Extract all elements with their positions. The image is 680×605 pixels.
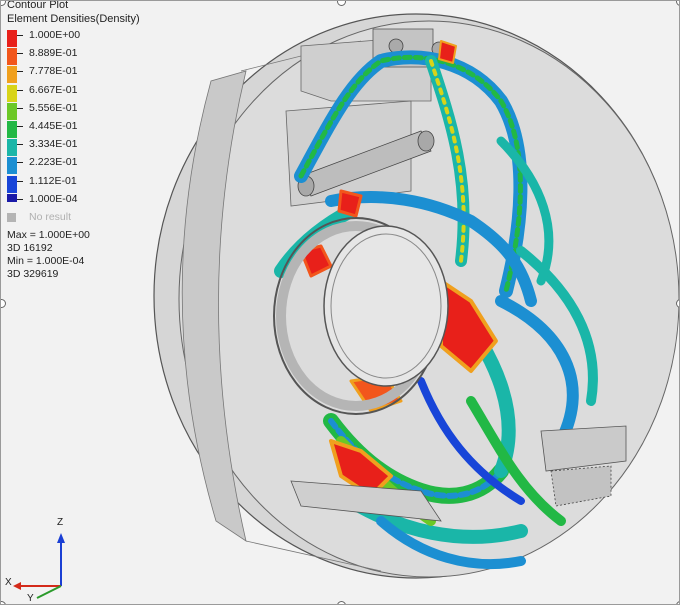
bore-inner-ring <box>323 225 449 387</box>
high-density-node <box>337 189 363 218</box>
graphics-viewport[interactable]: Contour Plot Element Densities(Density) … <box>0 0 680 605</box>
legend-label: 1.000E-04 <box>29 192 78 205</box>
z-axis-arrow <box>57 533 65 543</box>
legend-row: 1.000E-04 <box>7 191 147 209</box>
legend-label: 2.223E-01 <box>29 156 78 169</box>
legend-tick <box>17 71 23 73</box>
legend-title: Contour Plot <box>7 0 69 11</box>
high-density-node <box>438 40 457 64</box>
x-axis-label: X <box>5 577 12 588</box>
legend-label: 4.445E-01 <box>29 120 78 132</box>
max-element: 3D 16192 <box>7 242 53 254</box>
legend-tick <box>17 53 23 55</box>
legend-row: 6.667E-01 <box>7 82 147 102</box>
legend-label: 7.778E-01 <box>29 65 78 78</box>
legend-row: 5.556E-01 <box>7 100 147 120</box>
legend-tick <box>17 107 23 109</box>
legend-label: 6.667E-01 <box>29 83 78 96</box>
z-axis-label: Z <box>57 517 64 528</box>
legend-tick <box>17 126 23 127</box>
no-result-label: No result <box>29 211 72 223</box>
legend-label: 1.000E+00 <box>29 29 81 41</box>
legend-tick <box>17 144 23 146</box>
legend-tick <box>17 198 23 200</box>
legend-tick <box>17 180 23 182</box>
legend-label: 8.889E-01 <box>29 47 78 60</box>
min-element: 3D 329619 <box>7 268 59 280</box>
legend-tick <box>17 89 23 91</box>
legend-label: 3.334E-01 <box>29 138 78 151</box>
resize-handle-bottom-center[interactable] <box>337 601 346 604</box>
x-axis-arrow <box>13 582 21 590</box>
legend-row: 3.334E-01 <box>7 136 147 157</box>
legend-no-result: No result <box>7 211 147 229</box>
legend-row: 4.445E-01 <box>7 118 147 138</box>
legend-label: 1.112E-01 <box>29 174 77 187</box>
pin-end <box>417 130 435 152</box>
no-result-swatch <box>7 213 16 222</box>
legend-row: 1.112E-01 <box>7 173 147 193</box>
legend-label: 5.556E-01 <box>29 101 78 114</box>
coordinate-triad <box>13 533 65 599</box>
legend-row: 8.889E-01 <box>7 45 147 66</box>
legend-tick <box>17 162 23 164</box>
resize-handle-middle-right[interactable] <box>676 299 679 308</box>
max-value: Max = 1.000E+00 <box>7 229 90 241</box>
min-value: Min = 1.000E-04 <box>7 255 85 267</box>
legend-tick <box>17 35 23 36</box>
y-axis <box>36 585 62 599</box>
resize-handle-bottom-right[interactable] <box>676 601 679 604</box>
legend-row: 2.223E-01 <box>7 154 147 175</box>
legend-row: 1.000E+00 <box>7 27 147 47</box>
legend-row: 7.778E-01 <box>7 63 147 84</box>
legend-swatch <box>7 193 17 202</box>
legend-subtitle: Element Densities(Density) <box>7 13 140 25</box>
y-axis-label: Y <box>27 593 34 604</box>
